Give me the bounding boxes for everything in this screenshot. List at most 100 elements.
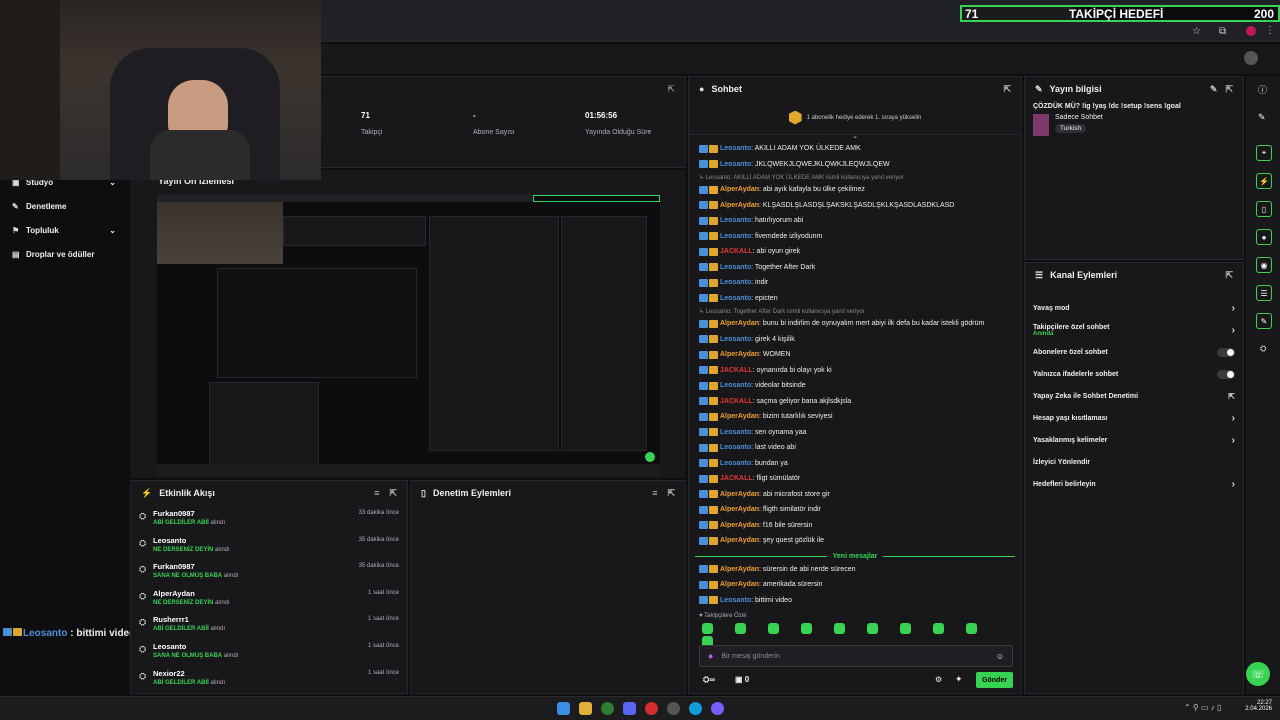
channel-action-item[interactable]: İzleyici Yönlendir	[1025, 451, 1243, 473]
chat-username[interactable]: AlperAydan	[720, 537, 759, 544]
chat-username[interactable]: Leosanto	[720, 460, 751, 467]
stream-preview[interactable]	[157, 194, 660, 477]
chat-username[interactable]: AlperAydan	[720, 522, 759, 529]
chat-username[interactable]: Leosanto	[720, 217, 751, 224]
points-display[interactable]: ▣ 0	[735, 675, 749, 684]
chat-username[interactable]: JACKALL	[720, 367, 753, 374]
profile-avatar[interactable]	[1246, 26, 1256, 36]
chat-username[interactable]: AlperAydan	[720, 491, 759, 498]
popout-icon[interactable]: ⇱	[1225, 84, 1233, 95]
pinned-banner[interactable]: 1 abonelik hediye ederek 1. sıraya yükse…	[689, 101, 1021, 135]
tag-chip[interactable]: Turkish	[1055, 124, 1087, 133]
filter-icon[interactable]: ≡	[652, 488, 657, 498]
popout-icon[interactable]: ⇱	[389, 488, 397, 499]
chat-username[interactable]: AlperAydan	[720, 413, 759, 420]
chat-message[interactable]: AlperAydan: f16 bile sürersin	[689, 518, 1021, 534]
mic-icon[interactable]: ●	[708, 651, 713, 661]
chevron-right-icon[interactable]: ›	[1232, 479, 1235, 490]
chat-username[interactable]: Leosanto	[720, 444, 751, 451]
filter-icon[interactable]: ≡	[374, 488, 379, 498]
chat-username[interactable]: AlperAydan	[720, 581, 759, 588]
bolt-tool-icon[interactable]: ⚡	[1256, 173, 1272, 189]
discord-icon[interactable]	[623, 702, 636, 715]
chat-message[interactable]: Leosanto: bundan ya	[689, 456, 1021, 472]
chat-message[interactable]: JACKALL: abi oyun girek	[689, 244, 1021, 260]
info-icon[interactable]: ⓘ	[1258, 83, 1267, 96]
sidebar-item-community[interactable]: ⚑ Topluluk ⌄	[0, 218, 130, 242]
send-button[interactable]: Gönder	[976, 672, 1013, 688]
sidebar-item-drops[interactable]: ▤ Droplar ve ödüller	[0, 242, 130, 266]
chat-username[interactable]: Leosanto	[720, 336, 751, 343]
link-tool-icon[interactable]: ⛭	[1260, 344, 1266, 354]
external-link-icon[interactable]: ⇱	[1228, 392, 1235, 401]
channel-action-item[interactable]: Yavaş mod ›	[1025, 297, 1243, 319]
settings-app-icon[interactable]	[667, 702, 680, 715]
emote-icon[interactable]	[867, 623, 878, 634]
chat-username[interactable]: Leosanto	[720, 233, 751, 240]
wrench-tool-icon[interactable]: ✎	[1256, 313, 1272, 329]
chat-message[interactable]: AlperAydan: fligth similatör indir	[689, 502, 1021, 518]
channel-action-item[interactable]: Takipçilere özel sohbet Anında ›	[1025, 319, 1243, 341]
chat-message[interactable]: AlperAydan: şey quest gözlük ile	[689, 533, 1021, 549]
popout-icon[interactable]: ⇱	[1003, 84, 1011, 95]
edit-icon[interactable]: ✎	[1258, 112, 1266, 123]
chat-message[interactable]: Leosanto: Together After Dark	[689, 260, 1021, 276]
chat-message[interactable]: AlperAydan: abi ayık kafayla bu ülke çek…	[689, 182, 1021, 198]
chat-message[interactable]: Leosanto: last video abi	[689, 440, 1021, 456]
chat-username[interactable]: AlperAydan	[720, 320, 759, 327]
emote-icon[interactable]	[834, 623, 845, 634]
chevron-right-icon[interactable]: ›	[1232, 303, 1235, 314]
emote-icon[interactable]	[900, 623, 911, 634]
user-avatar[interactable]	[1244, 51, 1258, 65]
chat-message[interactable]: Leosanto: indir	[689, 275, 1021, 291]
chrome-icon[interactable]	[601, 702, 614, 715]
obs-icon[interactable]	[711, 702, 724, 715]
chat-username[interactable]: AlperAydan	[720, 351, 759, 358]
bot-icon[interactable]: ✦	[955, 674, 963, 685]
windows-start-icon[interactable]	[557, 702, 570, 715]
chat-username[interactable]: JACKALL	[720, 398, 753, 405]
chat-username[interactable]: Leosanto	[720, 597, 751, 604]
emoji-icon[interactable]: ☺	[996, 652, 1004, 661]
chat-username[interactable]: JACKALL	[720, 248, 753, 255]
chat-username[interactable]: Leosanto	[720, 161, 751, 168]
chevron-right-icon[interactable]: ›	[1232, 413, 1235, 424]
support-chat-icon[interactable]: ☏	[1246, 662, 1270, 686]
channel-action-item[interactable]: Yalnızca ifadelerle sohbet	[1025, 363, 1243, 385]
chat-username[interactable]: Leosanto	[720, 279, 751, 286]
chat-message[interactable]: Leosanto: sen oynama yaa	[689, 425, 1021, 441]
edge-icon[interactable]	[689, 702, 702, 715]
preview-tool-icon[interactable]: ⌖	[1256, 145, 1272, 161]
chat-message[interactable]: Leosanto: JKLQWEKJLQWEJKLQWKJLEQWJLQEW	[689, 157, 1021, 173]
opera-icon[interactable]	[645, 702, 658, 715]
chat-username[interactable]: Leosanto	[720, 429, 751, 436]
document-tool-icon[interactable]: ▯	[1256, 201, 1272, 217]
chat-username[interactable]: Leosanto	[720, 295, 751, 302]
channel-action-item[interactable]: Abonelere özel sohbet	[1025, 341, 1243, 363]
clock[interactable]: 22:27 2.04.2026	[1238, 700, 1272, 712]
popout-icon[interactable]: ⇱	[667, 488, 675, 499]
chat-username[interactable]: Leosanto	[720, 264, 751, 271]
emote-icon[interactable]	[933, 623, 944, 634]
chevron-right-icon[interactable]: ›	[1232, 325, 1235, 336]
chat-tool-icon[interactable]: ●	[1256, 229, 1272, 245]
channel-action-item[interactable]: Hedefleri belirleyin ›	[1025, 473, 1243, 495]
star-icon[interactable]: ☆	[1192, 26, 1201, 37]
menu-icon[interactable]: ⋮	[1265, 25, 1275, 36]
chat-username[interactable]: AlperAydan	[720, 186, 759, 193]
popout-icon[interactable]: ⇱	[667, 84, 675, 95]
chat-message[interactable]: Leosanto: fivemdede izliyodunm	[689, 229, 1021, 245]
chat-message[interactable]: Leosanto: AKILLI ADAM YOK ÜLKEDE AMK	[689, 141, 1021, 157]
chat-input[interactable]: ● Bir mesaj gönderin ☺	[699, 645, 1013, 667]
channel-action-item[interactable]: Yapay Zeka ile Sohbet Denetimi ⇱	[1025, 385, 1243, 407]
emote-icon[interactable]	[801, 623, 812, 634]
edit-icon[interactable]: ✎	[1210, 84, 1218, 95]
chat-message[interactable]: Leosanto: bittimi video	[689, 593, 1021, 609]
sidebar-item-moderation[interactable]: ✎ Denetleme	[0, 194, 130, 218]
viewer-link-icon[interactable]: ⛭∞	[703, 675, 715, 685]
chat-message[interactable]: AlperAydan: bunu bi indirlim de oynuyalı…	[689, 316, 1021, 332]
channel-action-item[interactable]: Yasaklanmış kelimeler ›	[1025, 429, 1243, 451]
chat-username[interactable]: AlperAydan	[720, 202, 759, 209]
channel-action-item[interactable]: Hesap yaşı kısıtlaması ›	[1025, 407, 1243, 429]
chat-message[interactable]: Leosanto: hatırlıyorum abi	[689, 213, 1021, 229]
